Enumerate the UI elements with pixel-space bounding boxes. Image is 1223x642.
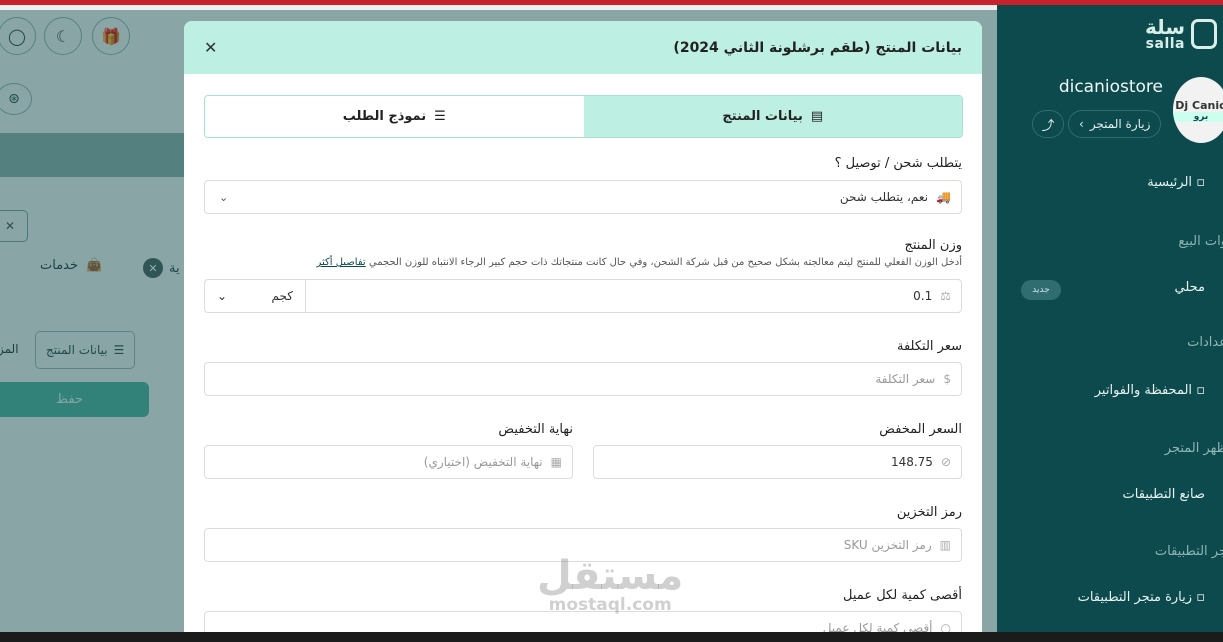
weight-value: 0.1 — [913, 289, 933, 303]
list-icon: ☰ — [434, 109, 446, 124]
discount-icon: ⊘ — [940, 455, 951, 469]
store-icon: ▫ — [1196, 590, 1205, 605]
sidebar-section-store-look: ظهر المتجر — [1164, 441, 1223, 456]
max-qty-placeholder: أقصى كمية لكل عميل — [822, 621, 933, 632]
scale-icon: ⚖ — [940, 289, 951, 303]
currency-icon: $ — [943, 372, 951, 386]
shipping-value: نعم، يتطلب شحن — [839, 190, 929, 204]
barcode-icon: ▥ — [939, 538, 951, 552]
sale-price-label: السعر المخفض — [879, 422, 962, 437]
sku-label: رمز التخزين — [896, 505, 962, 520]
sale-end-placeholder: نهاية التخفيض (اختياري) — [423, 455, 543, 469]
sidebar-item-home[interactable]: الرئيسية ▫ — [1147, 175, 1205, 190]
logo-mark-icon — [1191, 19, 1217, 49]
cost-placeholder: سعر التكلفة — [875, 372, 936, 386]
modal-header: بيانات المنتج (طقم برشلونة الثاني 2024) … — [184, 21, 982, 74]
tab-order-form-label: نموذج الطلب — [342, 109, 427, 124]
shipping-label: يتطلب شحن / توصيل ؟ — [834, 156, 962, 171]
max-qty-label: أقصى كمية لكل عميل — [843, 588, 962, 603]
visit-store-button[interactable]: ‹ زيارة المتجر — [1068, 110, 1162, 138]
sidebar-item-local[interactable]: محلي — [1175, 280, 1206, 295]
tab-product-data[interactable]: ▤ بيانات المنتج — [583, 96, 962, 137]
chevron-down-icon: ⌄ — [219, 190, 229, 204]
tab-order-form[interactable]: ☰ نموذج الطلب — [205, 96, 584, 137]
store-name: dicaniostore — [1058, 77, 1163, 97]
document-icon: ▤ — [810, 109, 824, 124]
plan-tag: برو — [1173, 111, 1223, 122]
truck-icon: 🚚 — [936, 190, 951, 204]
chevron-left-icon: ‹ — [1079, 117, 1084, 131]
cost-input[interactable]: $ سعر التكلفة — [204, 362, 962, 396]
calendar-icon: ▦ — [550, 455, 562, 469]
sidebar-item-app-maker[interactable]: صانع التطبيقات — [1123, 487, 1205, 502]
watermark-arabic: مستقل — [537, 553, 684, 599]
sku-placeholder: رمز التخزين SKU — [843, 538, 932, 552]
sidebar-item-visit-app-store[interactable]: زيارة متجر التطبيقات ▫ — [1078, 590, 1205, 605]
weight-unit: كجم — [271, 289, 293, 303]
sidebar: سلة salla Dj Canio برو dicaniostore ⤴ ‹ … — [997, 5, 1223, 632]
logo-english: salla — [1145, 36, 1185, 52]
sale-price-input[interactable]: ⊘ 148.75 — [593, 445, 962, 479]
home-icon: ▫ — [1196, 175, 1205, 190]
sidebar-section-app-store: جر التطبيقات — [1154, 544, 1223, 559]
weight-help: أدخل الوزن الفعلي للمنتج ليتم معالجته بش… — [316, 257, 962, 268]
user-icon: ○ — [940, 621, 951, 632]
sidebar-item-visit-app-store-label: زيارة متجر التطبيقات — [1077, 590, 1193, 605]
modal-title: بيانات المنتج (طقم برشلونة الثاني 2024) — [673, 39, 962, 56]
cost-label: سعر التكلفة — [897, 339, 962, 354]
sidebar-item-wallet-label: المحفظة والفواتير — [1094, 383, 1193, 398]
weight-input[interactable]: ⚖ 0.1 كجم ⌄ — [204, 279, 962, 313]
modal-tabs: ▤ بيانات المنتج ☰ نموذج الطلب — [204, 95, 963, 138]
sidebar-item-wallet[interactable]: المحفظة والفواتير ▫ — [1095, 383, 1205, 398]
weight-help-text: أدخل الوزن الفعلي للمنتج ليتم معالجته بش… — [368, 257, 962, 268]
visit-store-label: زيارة المتجر — [1089, 117, 1151, 131]
close-icon[interactable]: ✕ — [204, 38, 217, 57]
new-badge: جديد — [1021, 280, 1061, 300]
watermark: مستقل mostaql.com — [537, 556, 683, 614]
chevron-down-icon: ⌄ — [217, 289, 228, 303]
weight-label: وزن المنتج — [904, 238, 962, 253]
store-avatar[interactable]: Dj Canio برو — [1173, 77, 1223, 143]
weight-unit-select[interactable]: كجم ⌄ — [205, 280, 306, 312]
sidebar-section-sales-channels: وات البيع — [1178, 234, 1223, 249]
logo-arabic: سلة — [1145, 15, 1185, 39]
shipping-select[interactable]: 🚚 نعم، يتطلب شحن ⌄ — [204, 180, 962, 214]
avatar-text: Dj Canio — [1175, 98, 1223, 112]
share-icon[interactable]: ⤴ — [1032, 110, 1064, 138]
more-details-link[interactable]: تفاصيل أكثر — [316, 257, 365, 268]
store-actions: ⤴ ‹ زيارة المتجر — [1032, 110, 1162, 138]
sidebar-section-settings: عدادات — [1187, 335, 1223, 350]
salla-logo[interactable]: سلة salla — [1145, 17, 1217, 51]
sale-price-value: 148.75 — [890, 455, 933, 469]
watermark-english: mostaql.com — [548, 595, 672, 615]
sale-end-input[interactable]: ▦ نهاية التخفيض (اختياري) — [204, 445, 573, 479]
sidebar-item-local-label: محلي — [1174, 280, 1206, 295]
os-taskbar — [0, 632, 1223, 642]
wallet-icon: ▫ — [1196, 383, 1205, 398]
sidebar-item-home-label: الرئيسية — [1147, 175, 1193, 190]
sidebar-item-app-maker-label: صانع التطبيقات — [1122, 487, 1205, 502]
product-data-modal: بيانات المنتج (طقم برشلونة الثاني 2024) … — [184, 21, 982, 632]
tab-product-data-label: بيانات المنتج — [722, 109, 803, 124]
sale-end-label: نهاية التخفيض — [498, 422, 573, 437]
